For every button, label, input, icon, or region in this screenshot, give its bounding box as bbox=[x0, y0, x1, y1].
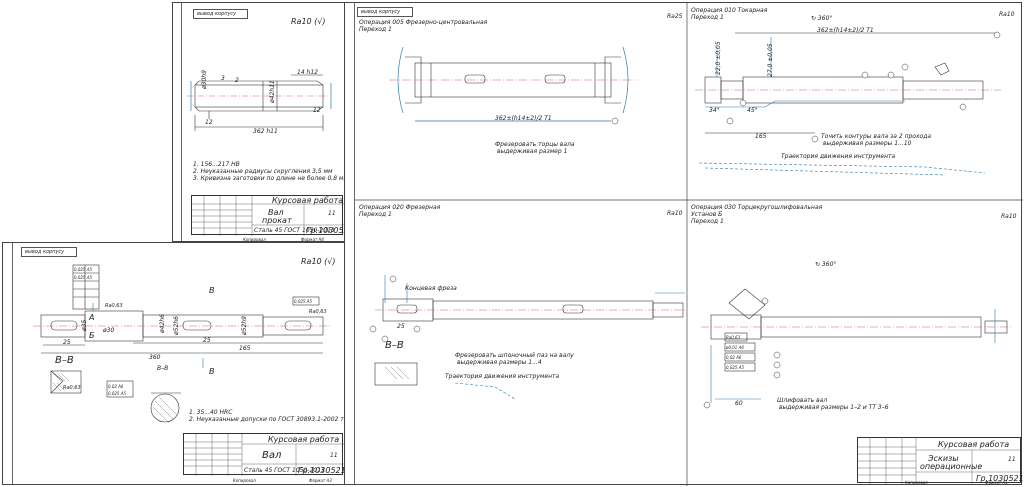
part-name-2: прокат bbox=[262, 216, 292, 225]
note-line: 1. 35...40 HRC bbox=[189, 409, 233, 416]
section-label: B bbox=[209, 367, 215, 376]
course-title: Курсовая работа bbox=[272, 196, 344, 205]
drawing-sheet-part: вывод корпусу Ra10 (√) B B B–B B–B ø30 ø… bbox=[2, 242, 351, 485]
op030-note: Шлифовать вал bbox=[777, 397, 828, 404]
op030-tolerance: ø0,01 A6 bbox=[726, 345, 744, 350]
footer-format: Формат А1 bbox=[985, 480, 1008, 485]
op030-note: выдерживая размеры 1–2 и ТТ 3–6 bbox=[779, 404, 889, 411]
dim-label: 360 bbox=[149, 354, 161, 361]
tolerance-label: 0,025 A5 bbox=[74, 275, 93, 280]
title-block: Курсовая работа Вал прокат Сталь 45 ГОСТ… bbox=[191, 195, 359, 236]
dim-label: 14 h12 bbox=[297, 69, 318, 76]
footer-copy: Копировал bbox=[905, 480, 928, 485]
group: Гр.10305215 bbox=[298, 466, 351, 475]
sheet-number: 11 bbox=[330, 452, 338, 459]
datum-label: A bbox=[89, 313, 95, 322]
doc-name-2: операционные bbox=[920, 462, 983, 471]
title-block: Курсовая работа Эскизы операционные Гр.1… bbox=[857, 437, 1024, 484]
note-line: 1. 156...217 HB bbox=[193, 161, 240, 168]
dim-label: 362 h11 bbox=[253, 128, 278, 135]
op030-sketch bbox=[701, 288, 1011, 409]
footer-format: Формат А3 bbox=[309, 478, 332, 483]
dim-label: 12 bbox=[205, 119, 213, 126]
dim-label: 25 bbox=[63, 339, 71, 346]
dim-label: 25 bbox=[203, 337, 211, 344]
tolerance-label: 0,025 A5 bbox=[108, 391, 127, 396]
op030-dim: 60 bbox=[735, 400, 743, 407]
dim-label: ø52h6 bbox=[173, 316, 180, 335]
tolerance-label: 0,02 A6 bbox=[108, 384, 124, 389]
dim-label: ø42h11 bbox=[269, 80, 276, 103]
op030-tolerance: Ra0,63 bbox=[726, 335, 741, 340]
op030-tolerance: 0,025 A5 bbox=[726, 365, 745, 370]
sheet-number: 11 bbox=[1008, 456, 1016, 463]
dim-label: 165 bbox=[239, 345, 251, 352]
note-line: 3. Кривизна заготовки по длине не более … bbox=[193, 175, 348, 182]
op030-tolerance: 0,02 A6 bbox=[726, 355, 742, 360]
section-title-small: B–B bbox=[157, 365, 169, 372]
roughness-label: Ra0,63 bbox=[63, 385, 81, 391]
dim-label: ø42h6 bbox=[159, 314, 166, 333]
dim-label: 2 bbox=[235, 77, 239, 84]
title-block: Курсовая работа Вал Сталь 45 ГОСТ 1050-2… bbox=[183, 433, 351, 476]
note-line: 2. Неуказанные допуски по ГОСТ 30893.1-2… bbox=[189, 416, 346, 423]
course-title: Курсовая работа bbox=[938, 440, 1010, 449]
section-title: B–B bbox=[55, 355, 74, 366]
dim-label: 3 bbox=[221, 75, 225, 82]
dim-label: 12 bbox=[313, 107, 321, 114]
course-title: Курсовая работа bbox=[268, 435, 340, 444]
footer-copy: Копировал bbox=[233, 478, 256, 483]
roughness-label: Ra0,63 bbox=[309, 309, 327, 315]
part-name: Вал bbox=[262, 450, 282, 461]
roughness-label: Ra0,63 bbox=[105, 303, 123, 309]
dim-label: ø35 bbox=[81, 319, 88, 331]
drawing-sheet-operations: вывод корпусу Операция 005 Фрезерно-цент… bbox=[344, 2, 1024, 486]
tolerance-label: 0,025 A5 bbox=[294, 299, 313, 304]
drawing-sheet-blank: вывод корпусу Ra10 (√) ø30h9 ø42h11 14 h… bbox=[172, 2, 359, 242]
sheet-number: 11 bbox=[328, 210, 336, 217]
datum-label: Б bbox=[89, 331, 95, 340]
tolerance-label: 0,025 A5 bbox=[74, 267, 93, 272]
dim-label: ø52h9 bbox=[241, 316, 248, 335]
note-line: 2. Неуказанные радиусы скругления 3,5 мм bbox=[193, 168, 333, 175]
dim-label: ø30 bbox=[103, 327, 115, 334]
dim-label: ø30h9 bbox=[201, 70, 208, 89]
section-label: B bbox=[209, 286, 215, 295]
